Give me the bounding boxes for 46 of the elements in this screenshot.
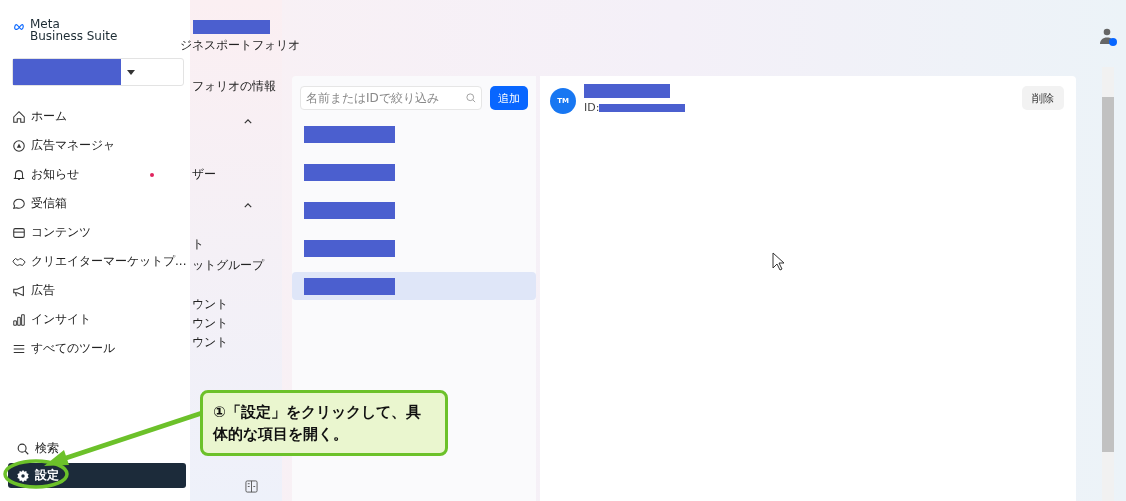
list-item[interactable] (292, 272, 536, 300)
settings-menu-item[interactable]: フォリオの情報 (192, 78, 276, 95)
nav-item[interactable]: コンテンツ (0, 218, 190, 247)
nav-item[interactable]: 広告マネージャ (0, 131, 190, 160)
highlight-ring (2, 458, 70, 490)
caret-icon (127, 69, 135, 75)
account-dropdown[interactable] (12, 58, 184, 86)
settings-menu-item[interactable]: ト (192, 236, 204, 253)
nav-item[interactable]: 検索 (8, 436, 186, 461)
folder-icon (12, 225, 26, 240)
nav-item[interactable]: お知らせ (0, 160, 190, 189)
megaphone-icon (12, 283, 26, 298)
chevron-up-icon[interactable] (244, 203, 252, 208)
nav-item[interactable]: インサイト (0, 305, 190, 334)
search-icon (16, 441, 30, 456)
nav-item[interactable]: 設定 (8, 463, 186, 488)
compass-icon (12, 138, 26, 153)
id-label: ID: (584, 101, 600, 114)
search-field[interactable]: 名前またはIDで絞り込み (300, 86, 482, 110)
search-icon (465, 92, 477, 104)
brand-name: Business Suite (30, 30, 118, 42)
panel-toggle-icon[interactable] (245, 480, 258, 493)
callout-text: ①「設定」をクリックして、具体的な項目を開く。 (213, 402, 422, 445)
brand-name: Meta (30, 18, 60, 30)
bar-chart-icon (12, 312, 26, 327)
section-title: ジネスポートフォリオ (180, 37, 300, 54)
nav-item[interactable]: 広告 (0, 276, 190, 305)
settings-icon (16, 468, 30, 483)
cursor-icon (772, 252, 786, 272)
chevron-up-icon[interactable] (244, 119, 252, 124)
scrollbar[interactable] (1102, 67, 1114, 501)
home-icon (12, 109, 26, 124)
user-icon[interactable] (1098, 27, 1118, 47)
delete-button[interactable]: 削除 (1022, 86, 1064, 110)
settings-menu-item[interactable]: ウント (192, 334, 228, 351)
nav-item[interactable]: すべてのツール (0, 334, 190, 363)
nav-item[interactable]: 受信箱 (0, 189, 190, 218)
nav-item[interactable]: クリエイターマーケットプ... (0, 247, 190, 276)
bell-icon (12, 167, 26, 182)
settings-menu-item[interactable]: ザー (192, 166, 216, 183)
add-button[interactable]: 追加 (490, 86, 528, 110)
settings-menu-item[interactable]: ウント (192, 296, 228, 313)
nav-item[interactable]: ホーム (0, 102, 190, 131)
chat-bubble-icon (12, 196, 26, 211)
settings-menu-item[interactable]: ットグループ (192, 257, 264, 274)
settings-menu-item[interactable]: ウント (192, 315, 228, 332)
